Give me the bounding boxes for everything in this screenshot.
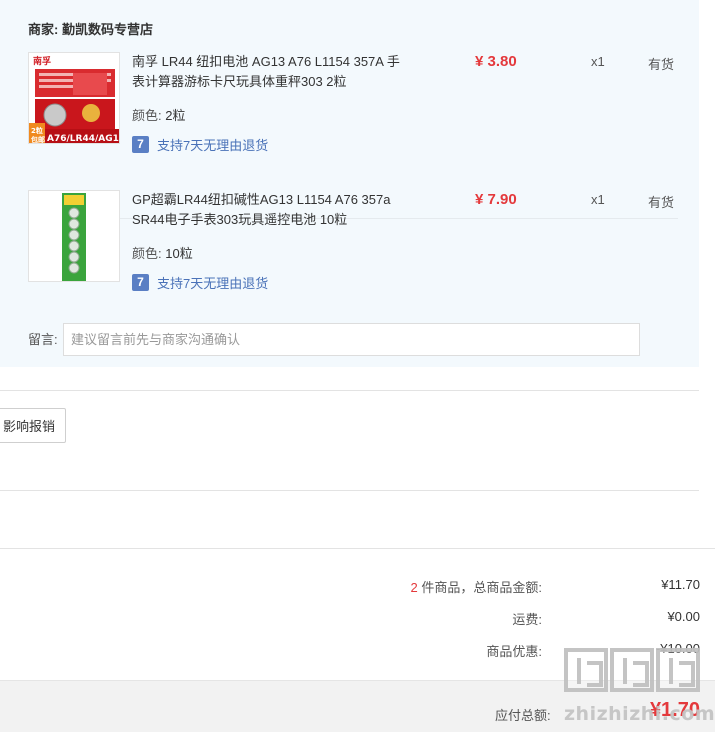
goods-total-row: 2 件商品，总商品金额: ¥11.70 (280, 577, 700, 597)
battery-product-image: 南孚 2粒 包邮 A76/LR44/AG13 (29, 53, 120, 144)
image-brand-text: 南孚 (33, 55, 51, 67)
returns-policy[interactable]: 7 支持7天无理由退货 (132, 273, 268, 291)
stock-status: 有货 (648, 57, 675, 72)
battery-product-image (29, 191, 119, 281)
invoice-button[interactable]: 影响报销 (0, 408, 66, 443)
product-color: 颜色: 2粒 (132, 105, 185, 124)
svg-text:包邮: 包邮 (31, 135, 45, 144)
product-title[interactable]: 南孚 LR44 纽扣电池 AG13 A76 L1154 357A 手表计算器游标… (132, 52, 402, 92)
color-value: 10粒 (165, 246, 193, 261)
discount-row: 商品优惠: -¥10.00 (280, 641, 700, 661)
payable-value: ¥1.70 (649, 699, 700, 721)
color-label: 颜色: (132, 108, 162, 123)
quantity: x1 (591, 192, 605, 207)
section-divider (0, 548, 715, 549)
seven-day-return-icon: 7 (132, 135, 149, 153)
payable-total-bar: 应付总额: ¥1.70 (0, 680, 715, 732)
item-count-suffix: 件商品，总商品金额: (421, 580, 542, 595)
product-thumbnail[interactable] (28, 190, 120, 282)
stock-status: 有货 (648, 195, 675, 210)
section-divider (0, 490, 699, 491)
quantity: x1 (591, 54, 605, 69)
goods-total-value: ¥11.70 (661, 577, 700, 592)
seven-day-return-icon: 7 (132, 273, 149, 291)
shop-label: 商家: (28, 22, 59, 37)
section-divider (0, 390, 699, 391)
shipping-value: ¥0.00 (667, 609, 700, 624)
image-models-text: A76/LR44/AG13 (47, 134, 120, 144)
discount-label: 商品优惠: (486, 644, 542, 659)
color-value: 2粒 (165, 108, 186, 123)
color-label: 颜色: (132, 246, 162, 261)
svg-text:2粒: 2粒 (31, 126, 43, 135)
unit-price: ¥ 7.90 (475, 191, 517, 208)
discount-value: -¥10.00 (655, 641, 700, 656)
memo-label: 留言: (28, 332, 58, 347)
returns-text: 支持7天无理由退货 (157, 275, 269, 291)
product-title[interactable]: GP超霸LR44纽扣碱性AG13 L1154 A76 357a SR44电子手表… (132, 190, 402, 230)
shop-name[interactable]: 商家: 勤凯数码专营店 (28, 19, 153, 38)
shop-name-text: 勤凯数码专营店 (61, 22, 153, 37)
product-color: 颜色: 10粒 (132, 243, 193, 262)
memo-input[interactable] (63, 323, 640, 356)
returns-policy[interactable]: 7 支持7天无理由退货 (132, 135, 268, 153)
shop-panel: 商家: 勤凯数码专营店 南孚 2粒 包邮 A76/LR44/AG13 南孚 LR… (0, 0, 699, 367)
item-count: 2 (410, 580, 418, 595)
unit-price: ¥ 3.80 (475, 53, 517, 70)
shipping-row: 运费: ¥0.00 (280, 609, 700, 629)
product-thumbnail[interactable]: 南孚 2粒 包邮 A76/LR44/AG13 (28, 52, 120, 144)
payable-label: 应付总额: (495, 708, 551, 723)
returns-text: 支持7天无理由退货 (157, 137, 269, 153)
goods-total-label: 2 件商品，总商品金额: (411, 577, 542, 596)
shipping-label: 运费: (512, 612, 542, 627)
